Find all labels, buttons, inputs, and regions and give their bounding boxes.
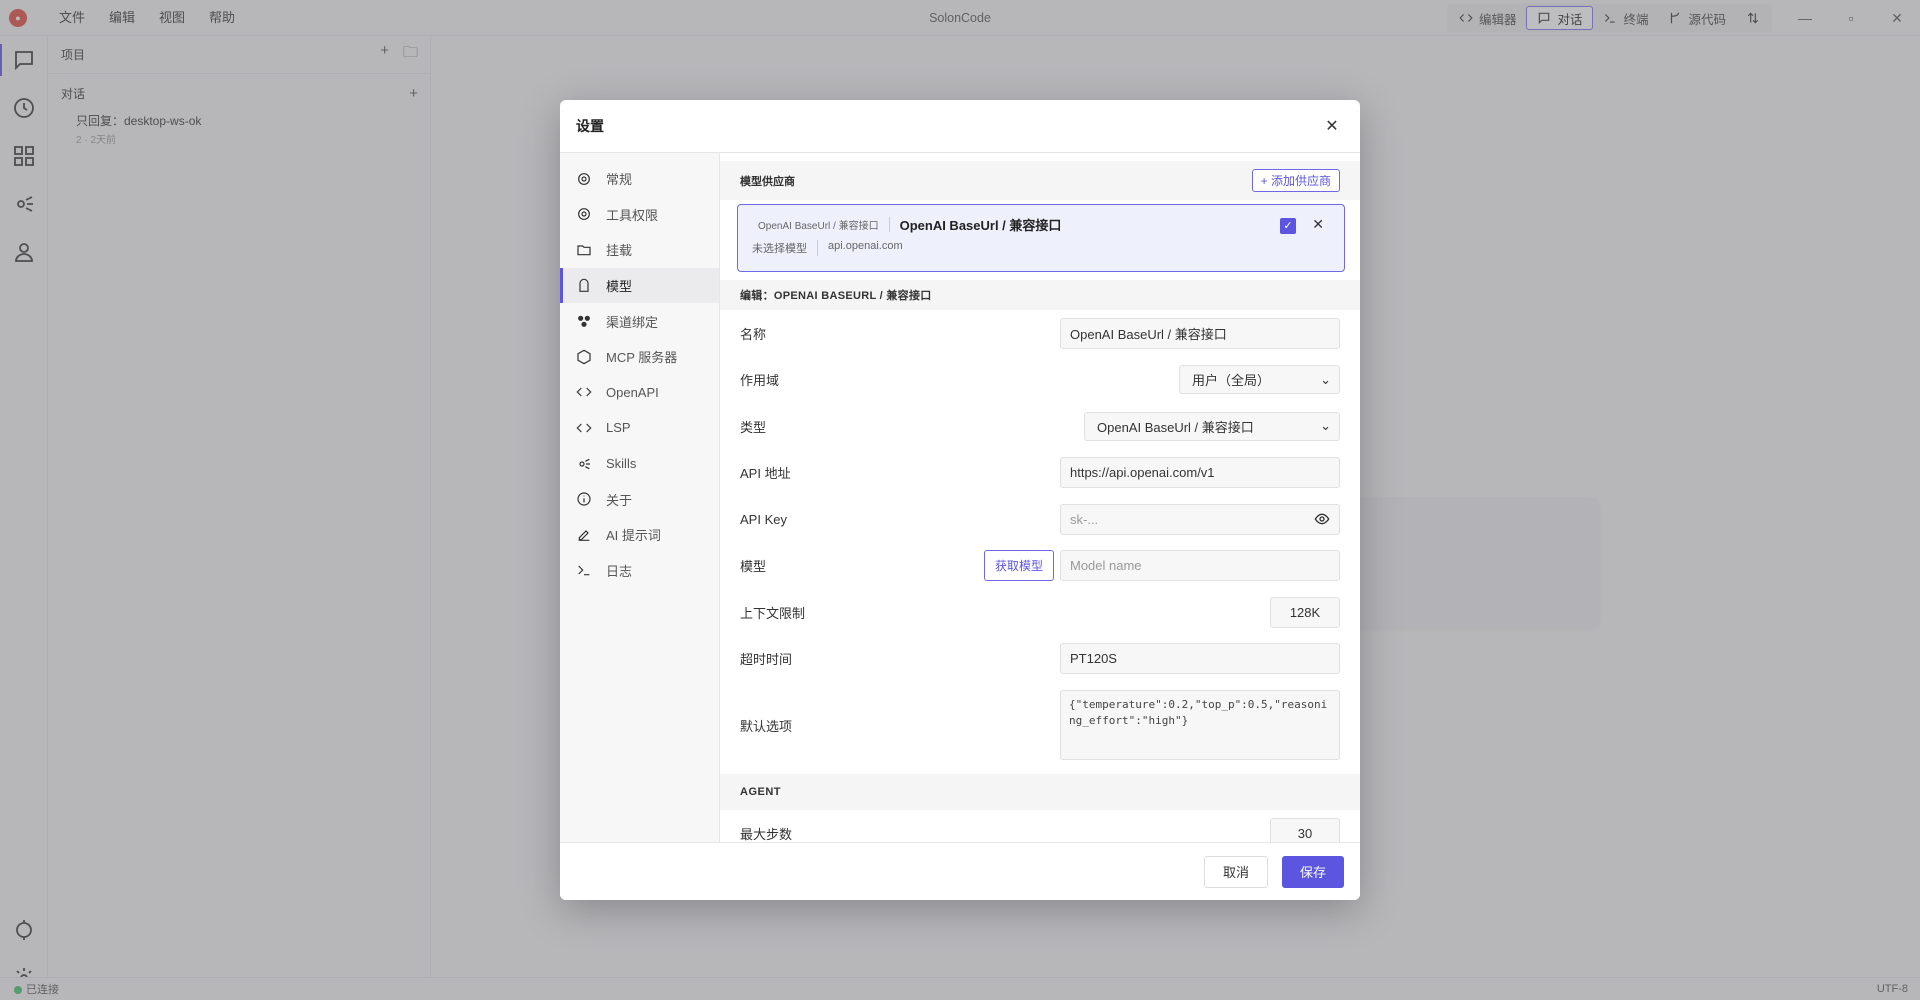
timeout-input[interactable]: PT120S — [1060, 643, 1340, 675]
type-value: OpenAI BaseUrl / 兼容接口 — [1097, 419, 1254, 435]
folder-icon — [577, 245, 591, 256]
agent-header: AGENT — [720, 774, 1360, 810]
nav-skills-label: Skills — [606, 456, 637, 472]
nav-ai-prompts-label: AI 提示词 — [606, 528, 661, 544]
settings-nav: 常规 工具权限 挂载 模型 渠道绑定 MCP 服务器 OpenAPI LSP S… — [560, 153, 720, 842]
nav-about-label: 关于 — [606, 492, 633, 508]
cancel-button[interactable]: 取消 — [1203, 855, 1268, 888]
hexagon-icon — [577, 349, 591, 365]
api-key-row: API Key sk-... — [720, 496, 1360, 543]
nav-lsp[interactable]: LSP — [560, 410, 719, 446]
dialog-body: 常规 工具权限 挂载 模型 渠道绑定 MCP 服务器 OpenAPI LSP S… — [560, 153, 1360, 842]
info-icon — [577, 492, 591, 506]
settings-dialog: 设置 ✕ 常规 工具权限 挂载 模型 渠道绑定 MCP 服务器 OpenAPI … — [560, 100, 1360, 900]
nav-lsp-label: LSP — [606, 420, 631, 436]
fetch-models-button[interactable]: 获取模型 — [983, 550, 1054, 582]
timeout-label: 超时时间 — [740, 652, 793, 668]
nav-channel-binding[interactable]: 渠道绑定 — [560, 303, 719, 339]
api-key-placeholder: sk-... — [1070, 511, 1099, 527]
nav-models[interactable]: 模型 — [560, 267, 719, 304]
context-label: 上下文限制 — [740, 605, 806, 621]
api-url-row: API 地址 https://api.openai.com/v1 — [720, 450, 1360, 497]
options-label: 默认选项 — [740, 718, 793, 734]
context-input[interactable]: 128K — [1270, 596, 1340, 628]
nav-general[interactable]: 常规 — [560, 161, 719, 197]
settings-content: 模型供应商 + 添加供应商 OpenAI BaseUrl / 兼容接口 Open… — [720, 153, 1360, 842]
timeout-row: 超时时间 PT120S — [720, 636, 1360, 683]
provider-name: OpenAI BaseUrl / 兼容接口 — [899, 218, 1062, 233]
type-label: 类型 — [740, 419, 767, 435]
code-icon — [576, 423, 592, 433]
nav-mounts[interactable]: 挂载 — [560, 232, 719, 268]
nav-mcp-servers[interactable]: MCP 服务器 — [560, 339, 719, 375]
provider-card[interactable]: OpenAI BaseUrl / 兼容接口 OpenAI BaseUrl / 兼… — [737, 204, 1345, 272]
dialog-footer: 取消 保存 — [560, 842, 1360, 900]
type-row: 类型 OpenAI BaseUrl / 兼容接口 ⌄ — [720, 403, 1360, 450]
nav-tool-permissions[interactable]: 工具权限 — [560, 197, 719, 233]
api-key-label: API Key — [740, 511, 787, 527]
close-icon[interactable]: ✕ — [1320, 116, 1344, 136]
eye-icon[interactable] — [1314, 511, 1330, 527]
remove-provider-icon[interactable]: ✕ — [1312, 216, 1324, 233]
name-row: 名称 OpenAI BaseUrl / 兼容接口 — [720, 310, 1360, 357]
scope-label: 作用域 — [740, 373, 780, 389]
options-textarea[interactable]: {"temperature":0.2,"top_p":0.5,"reasonin… — [1060, 690, 1340, 760]
gear-icon — [578, 208, 590, 221]
type-select[interactable]: OpenAI BaseUrl / 兼容接口 ⌄ — [1084, 411, 1340, 441]
channel-icon — [578, 315, 590, 328]
name-label: 名称 — [740, 326, 767, 342]
nav-logs-label: 日志 — [606, 563, 633, 579]
context-row: 上下文限制 128K — [720, 589, 1360, 636]
max-steps-row: 最大步数 30 — [720, 810, 1360, 842]
provider-model-status: 未选择模型 — [752, 243, 807, 255]
model-icon — [579, 278, 589, 292]
api-key-input[interactable]: sk-... — [1060, 503, 1340, 535]
nav-logs[interactable]: 日志 — [560, 553, 719, 589]
dialog-title: 设置 — [576, 118, 604, 134]
provider-type-tag: OpenAI BaseUrl / 兼容接口 — [752, 217, 890, 232]
nav-about[interactable]: 关于 — [560, 481, 719, 517]
nav-openapi[interactable]: OpenAPI — [560, 375, 719, 411]
max-steps-label: 最大步数 — [740, 826, 793, 842]
nav-skills[interactable]: Skills — [560, 446, 719, 482]
nav-mounts-label: 挂载 — [606, 243, 633, 259]
gear-icon — [578, 172, 590, 185]
scope-select[interactable]: 用户（全局） ⌄ — [1179, 365, 1340, 395]
nav-ai-prompts[interactable]: AI 提示词 — [560, 517, 719, 553]
skills-icon — [579, 458, 590, 469]
provider-enabled-checkbox[interactable]: ✓ — [1280, 218, 1296, 234]
model-row: 模型 获取模型 Model name — [720, 543, 1360, 590]
api-url-label: API 地址 — [740, 466, 791, 482]
nav-general-label: 常规 — [606, 172, 633, 188]
add-provider-button[interactable]: + 添加供应商 — [1251, 169, 1340, 192]
dialog-header: 设置 ✕ — [560, 100, 1360, 153]
code-icon — [576, 387, 592, 397]
providers-title: 模型供应商 — [740, 175, 795, 188]
save-button[interactable]: 保存 — [1281, 855, 1344, 888]
model-input[interactable]: Model name — [1060, 550, 1340, 582]
scope-value: 用户（全局） — [1192, 373, 1271, 389]
scope-row: 作用域 用户（全局） ⌄ — [720, 357, 1360, 404]
options-row: 默认选项 {"temperature":0.2,"top_p":0.5,"rea… — [720, 682, 1360, 768]
api-url-input[interactable]: https://api.openai.com/v1 — [1060, 457, 1340, 489]
provider-host: api.openai.com — [817, 240, 903, 256]
providers-header: 模型供应商 + 添加供应商 — [720, 161, 1360, 200]
edit-icon — [578, 529, 590, 541]
nav-openapi-label: OpenAPI — [606, 384, 659, 400]
chevron-down-icon: ⌄ — [1320, 371, 1331, 387]
nav-tool-permissions-label: 工具权限 — [606, 207, 659, 223]
nav-models-label: 模型 — [606, 279, 633, 295]
nav-channel-binding-label: 渠道绑定 — [606, 314, 659, 330]
edit-header: 编辑：OPENAI BASEURL / 兼容接口 — [720, 280, 1360, 310]
model-label: 模型 — [740, 559, 767, 575]
chevron-down-icon: ⌄ — [1320, 418, 1331, 434]
nav-mcp-servers-label: MCP 服务器 — [606, 350, 678, 366]
name-input[interactable]: OpenAI BaseUrl / 兼容接口 — [1060, 317, 1340, 349]
terminal-icon — [578, 565, 590, 576]
max-steps-input[interactable]: 30 — [1270, 817, 1340, 842]
